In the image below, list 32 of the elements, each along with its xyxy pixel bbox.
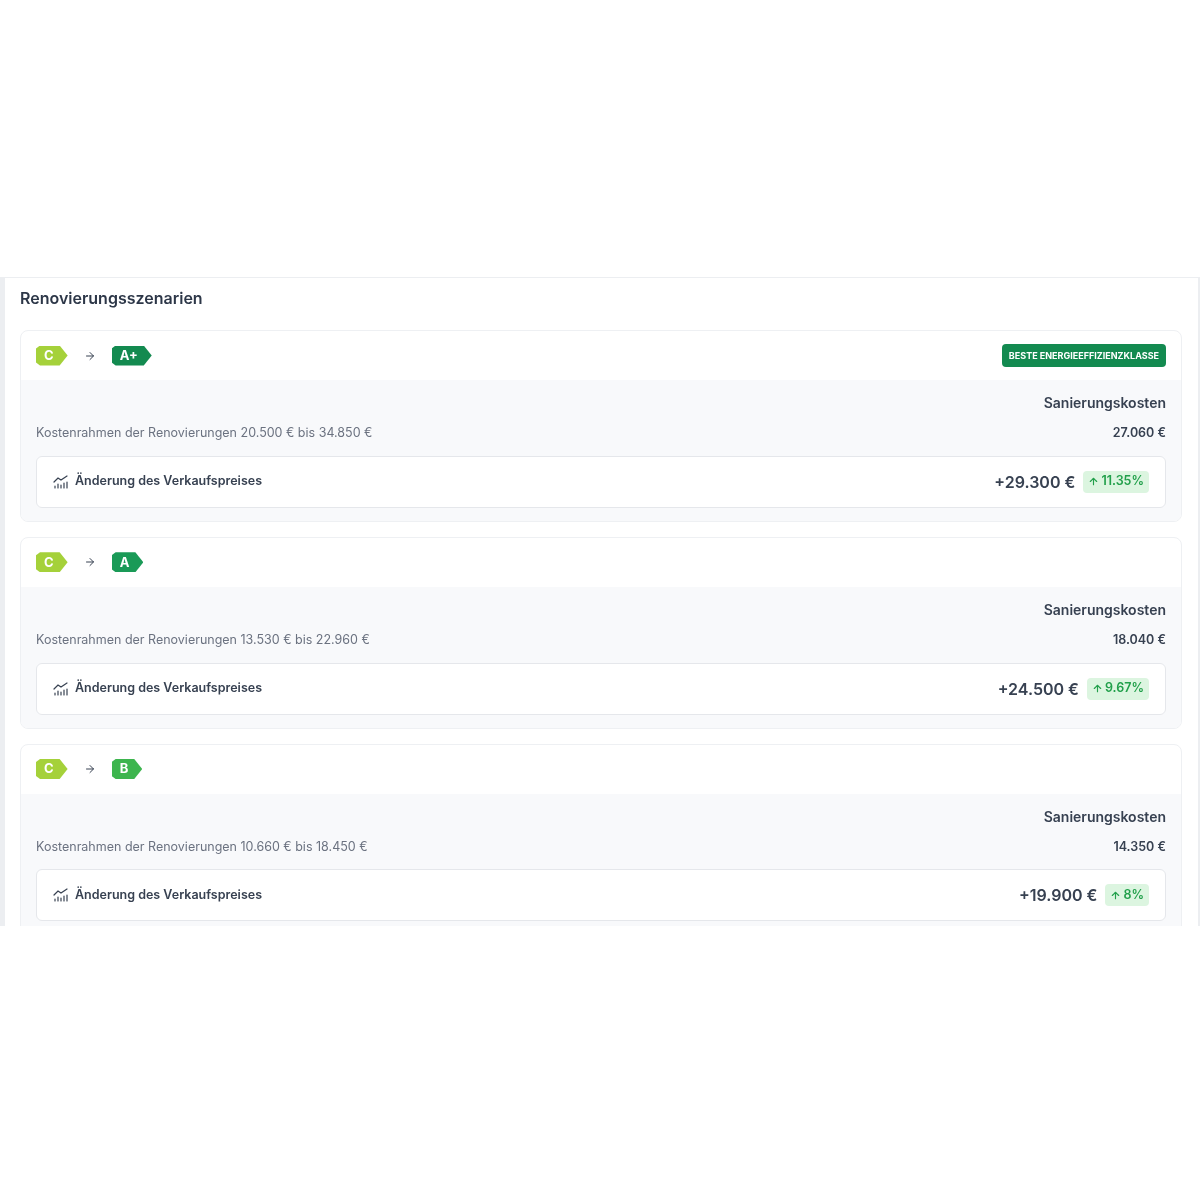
price-change-label: Änderung des Verkaufspreises [75,679,262,698]
price-change-value: +29.300 € [994,470,1076,494]
cost-value: 18.040 € [1112,630,1166,649]
energy-class-tag: C [36,345,68,366]
cost-range-text: Kostenrahmen der Renovierungen 10.660 € bis 18.450 € [36,837,368,856]
percent-badge: 11.35% [1083,470,1149,493]
cost-heading: Sanierungskosten [1043,599,1166,620]
price-change-value: +19.900 € [1018,884,1098,908]
price-change-label: Änderung des Verkaufspreises [75,472,262,491]
price-change-value: +24.500 € [997,677,1079,701]
energy-class-tag: C [36,552,68,573]
chart-icon [53,474,69,489]
chart-icon [53,888,69,903]
cost-range-text: Kostenrahmen der Renovierungen 13.530 € bis 22.960 € [36,630,370,649]
best-class-badge: BESTE ENERGIEEFFIZIENZKLASSE [1001,343,1166,368]
energy-class-tag: C [36,759,68,779]
energy-class-tag: A [111,552,144,573]
cost-heading: Sanierungskosten [1043,393,1166,413]
cost-range-text: Kostenrahmen der Renovierungen 20.500 € bis 34.850 € [36,424,373,442]
chart-icon [53,681,69,696]
energy-class-tag: B [111,759,143,779]
percent-badge: 9.67% [1086,677,1149,700]
arrow-right-icon [83,556,96,569]
price-change-label: Änderung des Verkaufspreises [75,885,262,904]
energy-class-tag: A+ [111,345,152,366]
cost-value: 27.060 € [1112,424,1166,442]
section-title: Renovierungsszenarien [20,287,204,310]
arrow-right-icon [83,763,96,775]
cost-value: 14.350 € [1113,837,1166,856]
arrow-right-icon [83,349,96,362]
percent-badge: 8% [1105,884,1149,907]
cost-heading: Sanierungskosten [1043,806,1166,827]
